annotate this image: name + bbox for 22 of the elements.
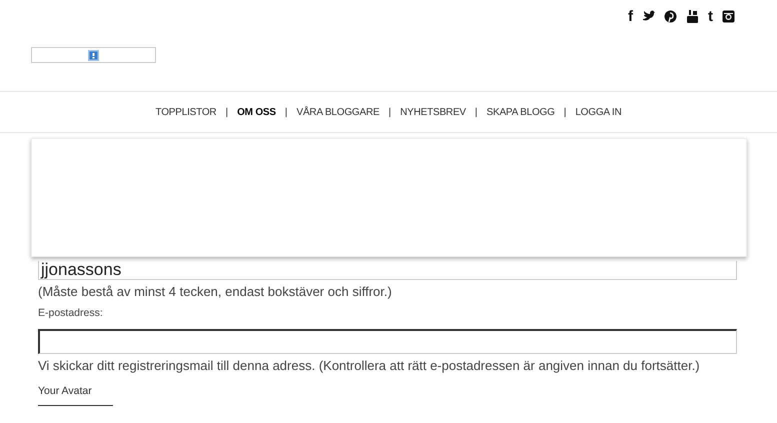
nav-link[interactable]: SKAPA BLOGG: [486, 106, 555, 118]
username-hint: (Måste bestå av minst 4 tecken, endast bokstäver och siffror.): [38, 284, 393, 299]
nav-separator: |: [284, 106, 288, 118]
social-link[interactable]: t: [708, 10, 713, 22]
nav-link[interactable]: NYHETSBREV: [400, 106, 466, 118]
nav-separator: |: [225, 106, 228, 118]
nav-link[interactable]: VÅRA BLOGGARE: [296, 106, 380, 118]
broken-image-icon: [88, 50, 99, 60]
nav-separator: |: [388, 106, 392, 118]
nav-link[interactable]: TOPPLISTOR: [155, 106, 216, 118]
email-hint: Vi skickar ditt registreringsmail till denna adress. (Kontrollera att rätt e-postadressen är angiven innan du fortsätter.): [38, 358, 701, 373]
email-label: E-postadress:: [38, 307, 104, 319]
pin-icon[interactable]: [664, 10, 677, 22]
username-field[interactable]: jjonassons: [38, 261, 737, 280]
social-link[interactable]: f: [628, 10, 633, 22]
nav-separator: |: [474, 106, 478, 118]
camera-icon[interactable]: [722, 10, 735, 22]
nav-link[interactable]: OM OSS: [237, 106, 276, 118]
bird-icon[interactable]: [642, 10, 655, 22]
nav-separator: |: [564, 106, 566, 118]
avatar-label: Your Avatar: [38, 385, 93, 397]
nav-link[interactable]: LOGGA IN: [575, 106, 622, 118]
